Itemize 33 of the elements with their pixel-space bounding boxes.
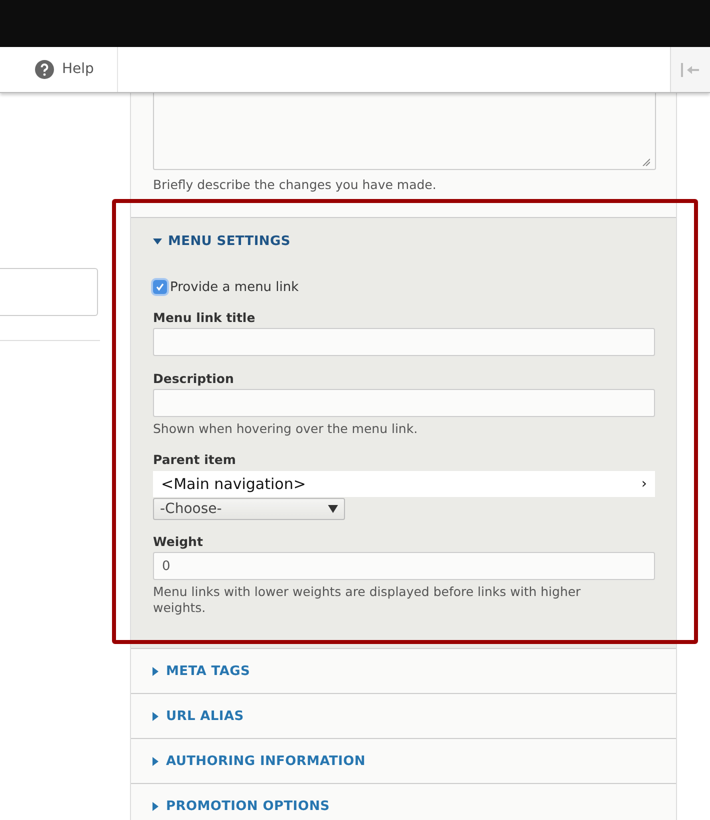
caret-down-icon: [328, 505, 338, 514]
section-toggle[interactable]: URL ALIAS: [151, 706, 244, 726]
input-field[interactable]: [153, 389, 655, 418]
input-field[interactable]: 0: [153, 552, 655, 580]
caret-right-icon: [151, 802, 160, 811]
help-button[interactable]: Help: [0, 47, 118, 92]
field-label: Weight: [153, 534, 204, 550]
caret-down-icon: [153, 237, 162, 246]
checkmark-icon: [155, 282, 165, 292]
caret-right-icon: [151, 712, 160, 721]
help-text: Shown when hovering over the menu link.: [153, 421, 419, 438]
collapse-icon: [681, 62, 701, 76]
field-label: Menu link title: [153, 310, 256, 326]
checkbox[interactable]: [153, 280, 167, 294]
select-dropdown[interactable]: -Choose-: [153, 498, 345, 520]
checkbox-label: Provide a menu link: [170, 278, 299, 296]
input-field[interactable]: [0, 268, 98, 316]
field-label: Description: [153, 371, 235, 386]
field-label: Parent item: [153, 452, 237, 468]
help-text: Briefly describe the changes you have made.: [153, 176, 438, 194]
caret-right-icon: [151, 756, 160, 766]
section-toggle[interactable]: AUTHORING INFORMATION: [151, 752, 366, 771]
collapse-sidebar-button[interactable]: [670, 47, 710, 92]
help-text: Menu links with lower weights are displayed before links with higher weights.: [153, 584, 582, 616]
revision-log-textarea[interactable]: [153, 93, 656, 170]
section-toggle[interactable]: META TAGS: [151, 662, 250, 681]
help-icon: [35, 60, 54, 79]
parent-item-selector[interactable]: <Main navigation> ›: [153, 471, 655, 498]
resize-grip-icon: [642, 158, 650, 166]
menu-settings-toggle[interactable]: MENU SETTINGS: [153, 232, 290, 252]
section-toggle[interactable]: PROMOTION OPTIONS: [151, 796, 330, 816]
caret-right-icon: [151, 666, 160, 676]
input-field[interactable]: [153, 328, 655, 356]
